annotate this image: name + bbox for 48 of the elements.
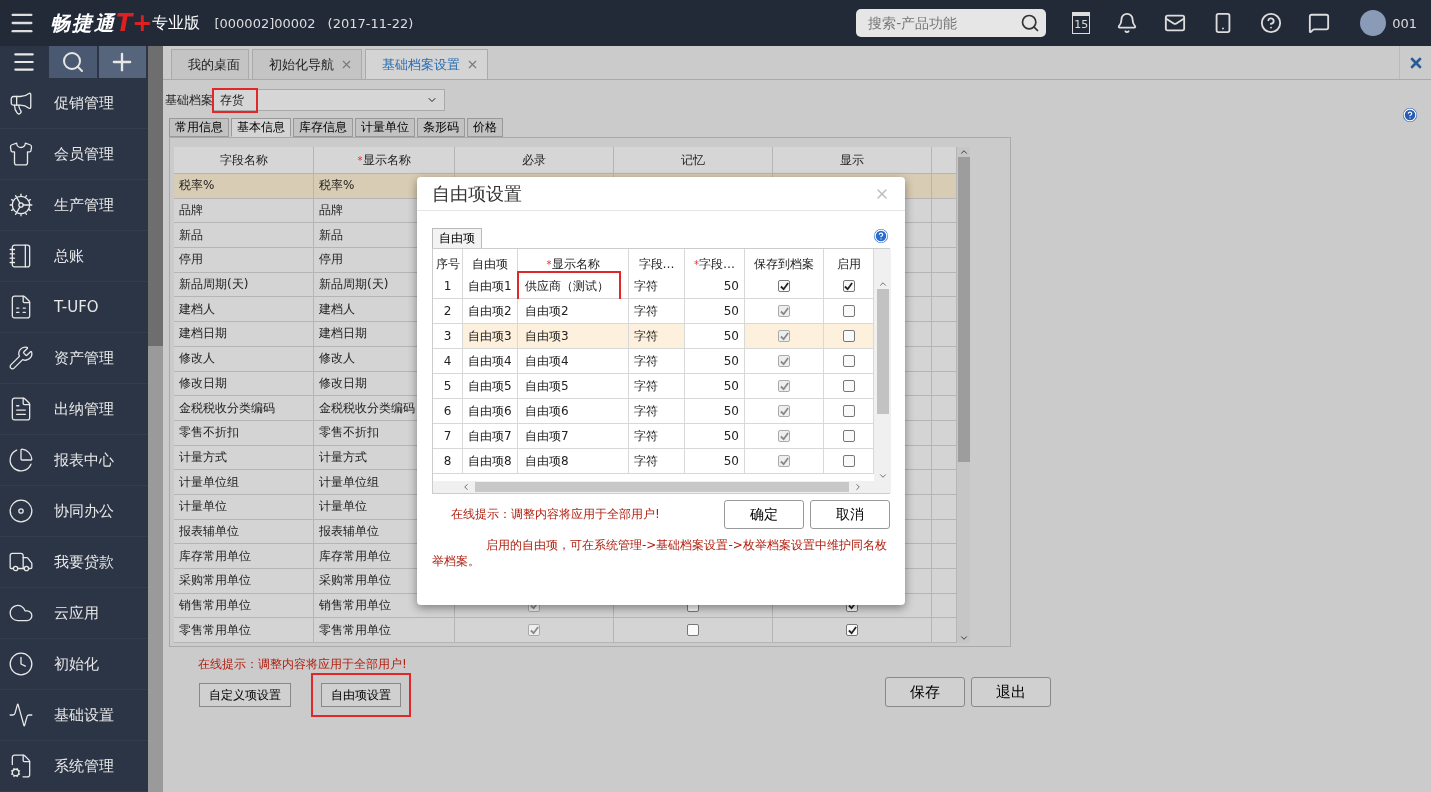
table-cell: 修改人 (174, 346, 314, 372)
table-cell: 自由项7 (463, 424, 518, 449)
table-cell: 50 (685, 349, 745, 374)
table-cell: 字符 (629, 449, 685, 474)
date-label: (2017-11-22) (327, 15, 414, 31)
table-cell: 7 (433, 424, 463, 449)
table-cell: 自由项4 (463, 349, 518, 374)
table-cell: 自由项8 (463, 449, 518, 474)
account-label: [000002]00002 (214, 15, 316, 31)
table-cell: 8 (433, 449, 463, 474)
table-cell: 字符 (629, 324, 685, 349)
table-cell: 零售常用单位 (174, 618, 314, 644)
table-cell: 零售不折扣 (174, 420, 314, 446)
table-cell: 自由项6 (463, 399, 518, 424)
table-cell: 停用 (174, 248, 314, 273)
hint-text: 在线提示：调整内容将应用于全部用户! (198, 657, 407, 671)
table-cell: 50 (685, 374, 745, 399)
table-cell: 字符 (629, 299, 685, 324)
user-name: 001 (1392, 15, 1417, 31)
table-cell: 6 (433, 399, 463, 424)
brand-suffix-text: T+ (116, 9, 153, 37)
table-cell: 采购常用单位 (174, 569, 314, 594)
table-cell: 字符 (629, 349, 685, 374)
table-cell: 计量单位 (174, 494, 314, 520)
select-value: 存货 (214, 89, 256, 111)
table-cell: 自由项3 (463, 324, 518, 349)
table-cell: 自由项5 (463, 374, 518, 399)
table-cell: 50 (685, 324, 745, 349)
archive-label: 基础档案 (165, 91, 213, 109)
table-cell: 零售常用单位 (314, 618, 455, 644)
table-cell: 自由项2 (463, 299, 518, 324)
brand-name: 畅捷通 (50, 9, 116, 37)
table-cell: 税率% (174, 174, 314, 199)
table-cell: 5 (433, 374, 463, 399)
table-cell: 3 (433, 324, 463, 349)
table-cell: 4 (433, 349, 463, 374)
table-cell: 2 (433, 299, 463, 324)
table-cell: 金税税收分类编码 (174, 396, 314, 421)
table-cell: 计量单位组 (174, 470, 314, 495)
edition-label: 专业版 (152, 12, 201, 34)
table-cell: 字符 (629, 424, 685, 449)
table-cell: 字符 (629, 399, 685, 424)
table-cell: 50 (685, 424, 745, 449)
table-cell: 50 (685, 299, 745, 324)
table-cell: 建档日期 (174, 322, 314, 347)
table-cell: 50 (685, 399, 745, 424)
table-cell: 字符 (629, 374, 685, 399)
table-cell: 50 (685, 449, 745, 474)
